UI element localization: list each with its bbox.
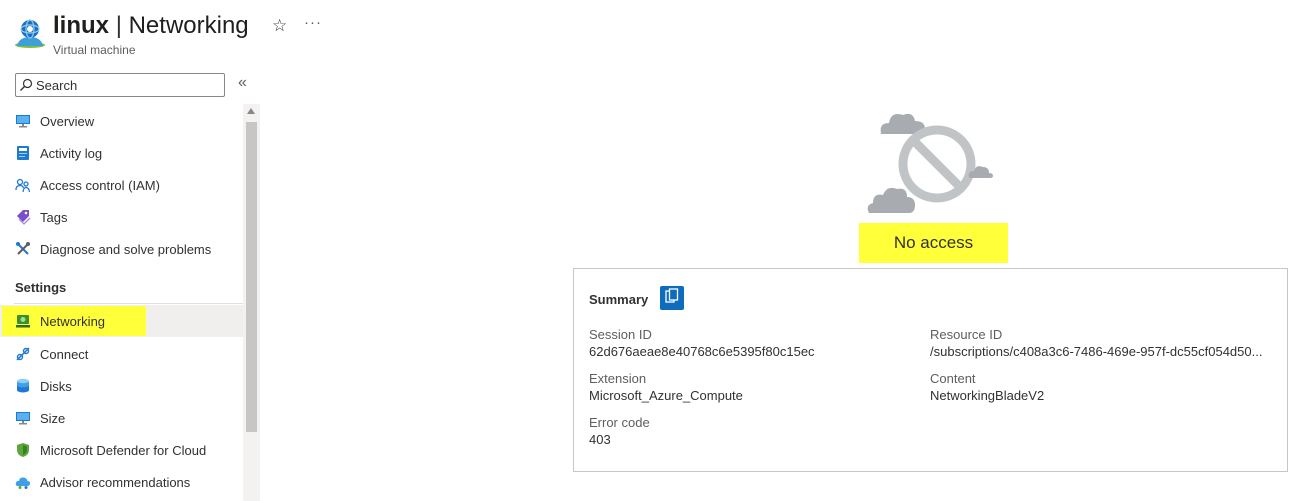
virtual-machine-icon xyxy=(14,18,46,50)
people-icon xyxy=(14,176,32,194)
scrollbar-thumb[interactable] xyxy=(246,122,257,432)
wrench-icon xyxy=(14,240,32,258)
content-label: Content xyxy=(930,371,976,386)
sidebar-item-disks[interactable]: Disks xyxy=(0,370,243,402)
sidebar-item-label: Tags xyxy=(40,209,68,225)
sidebar-item-label: Size xyxy=(40,410,66,426)
content-value: NetworkingBladeV2 xyxy=(930,388,1045,403)
sidebar-item-label: Overview xyxy=(40,113,95,129)
resource-name: linux xyxy=(53,12,110,39)
sidebar-item-size[interactable]: Size xyxy=(0,402,243,434)
sidebar-item-label: Advisor recommendations xyxy=(40,474,191,490)
more-options-icon[interactable]: ··· xyxy=(304,14,322,31)
page-subtitle: Virtual machine xyxy=(53,43,136,57)
no-access-message: No access xyxy=(859,223,1008,263)
shield-icon xyxy=(14,441,32,459)
scroll-up-arrow-icon[interactable] xyxy=(247,108,255,114)
extension-label: Extension xyxy=(589,371,647,386)
sidebar-item-label: Microsoft Defender for Cloud xyxy=(40,442,207,458)
blade-name: Networking xyxy=(128,12,249,39)
sidebar-item-label: Activity log xyxy=(40,145,103,161)
copy-icon xyxy=(665,287,679,309)
sidebar-item-advisor[interactable]: Advisor recommendations xyxy=(0,466,243,498)
no-access-text: No access xyxy=(893,233,974,252)
page-title: linux | Networking xyxy=(53,10,249,42)
sidebar-item-access-control[interactable]: Access control (IAM) xyxy=(0,169,243,201)
error-code-label: Error code xyxy=(589,415,650,430)
settings-divider xyxy=(14,303,251,304)
sidebar-item-diagnose[interactable]: Diagnose and solve problems xyxy=(0,233,243,265)
extension-value: Microsoft_Azure_Compute xyxy=(589,388,743,403)
sidebar-item-label: Disks xyxy=(40,378,72,394)
sidebar-item-label: Diagnose and solve problems xyxy=(40,241,212,257)
monitor-icon xyxy=(14,409,32,427)
error-code-value: 403 xyxy=(589,432,611,447)
sidebar-item-defender[interactable]: Microsoft Defender for Cloud xyxy=(0,434,243,466)
error-summary-card: Summary Session ID 62d676aeae8e40768c6e5… xyxy=(573,268,1288,472)
summary-title: Summary xyxy=(589,292,649,307)
sidebar-item-networking[interactable]: Networking xyxy=(0,305,243,337)
sidebar-item-label: Connect xyxy=(40,346,89,362)
disks-icon xyxy=(14,377,32,395)
title-separator: | xyxy=(115,12,122,39)
sidebar-item-connect[interactable]: Connect xyxy=(0,338,243,370)
session-id-label: Session ID xyxy=(589,327,652,342)
resource-id-value: /subscriptions/c408a3c6-7486-469e-957f-d… xyxy=(930,344,1263,359)
sidebar-item-tags[interactable]: Tags xyxy=(0,201,243,233)
log-icon xyxy=(14,144,32,162)
session-id-value: 62d676aeae8e40768c6e5395f80c15ec xyxy=(589,344,815,359)
monitor-icon xyxy=(14,112,32,130)
advisor-icon xyxy=(14,473,32,491)
search-icon xyxy=(16,74,36,96)
resource-id-label: Resource ID xyxy=(930,327,1003,342)
no-access-illustration-icon xyxy=(865,103,997,215)
tag-icon xyxy=(14,208,32,226)
sidebar-item-overview[interactable]: Overview xyxy=(0,105,243,137)
settings-section-heading: Settings xyxy=(15,280,67,295)
collapse-sidebar-icon[interactable]: « xyxy=(238,74,247,92)
sidebar-item-label: Access control (IAM) xyxy=(40,177,160,193)
sidebar-item-label: Networking xyxy=(40,313,106,329)
search-box[interactable] xyxy=(15,73,225,97)
favorite-star-icon[interactable]: ☆ xyxy=(272,16,287,36)
connect-icon xyxy=(14,345,32,363)
sidebar-item-activity-log[interactable]: Activity log xyxy=(0,137,243,169)
search-input[interactable] xyxy=(36,77,216,93)
sidebar-scrollbar[interactable] xyxy=(243,104,260,501)
copy-summary-button[interactable] xyxy=(660,286,684,310)
network-icon xyxy=(14,312,32,330)
